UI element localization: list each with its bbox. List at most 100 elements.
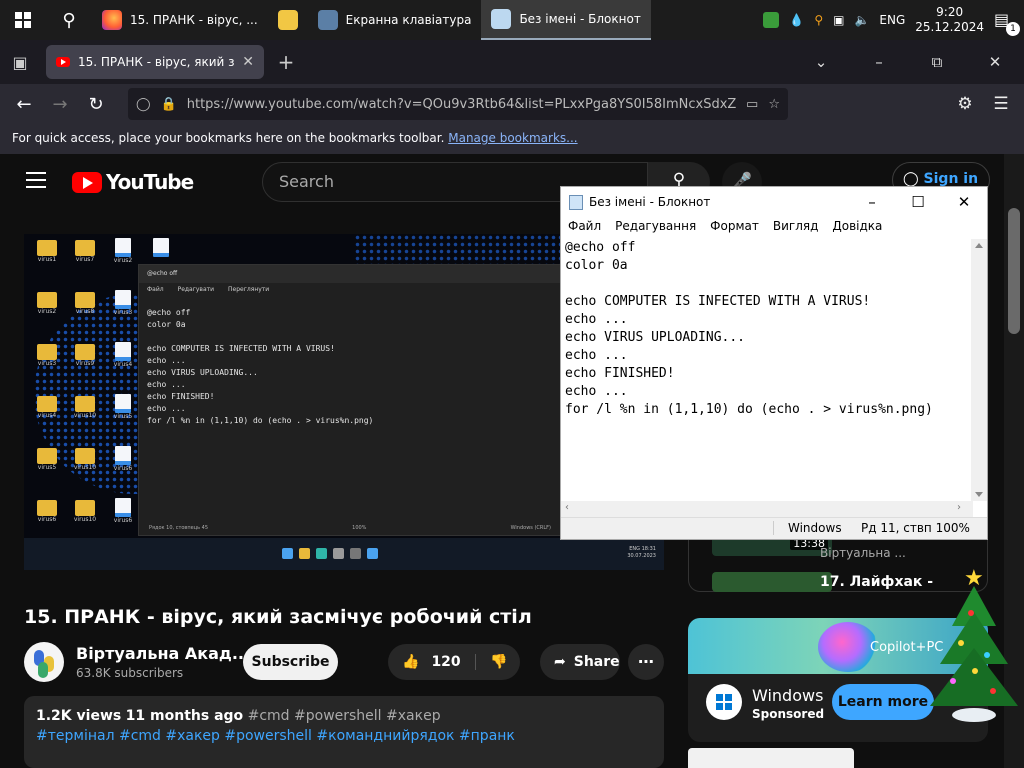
taskbar-app-osk[interactable]: Екранна клавіатура [308,0,482,40]
minimize-icon[interactable]: – [850,53,908,71]
extensions-icon[interactable]: ⚙ [952,94,978,114]
dislike-button[interactable]: 👎 [476,654,507,670]
folder-icon [75,448,95,464]
notepad-text-area[interactable]: @echo off color 0a echo COMPUTER IS INFE… [561,239,973,501]
more-actions-icon[interactable]: ⋯ [628,644,664,680]
language-indicator[interactable]: ENG [879,13,905,27]
learn-more-button[interactable]: Learn more [832,684,934,720]
share-button[interactable]: ➦ Share [540,644,620,680]
taskbar-app-notepad[interactable]: Без імені - Блокнот [481,0,651,40]
star-icon: ★ [964,566,984,591]
restore-icon[interactable]: ⧉ [908,53,966,71]
scrollbar-thumb[interactable] [1008,208,1020,334]
menu-edit[interactable]: Редагування [615,219,696,235]
scroll-left-icon[interactable]: ‹ [565,502,569,513]
close-icon[interactable]: ✕ [941,193,987,211]
description-hashtags[interactable]: #термінал #cmd #хакер #powershell #коман… [36,728,652,744]
forward-icon[interactable]: → [42,94,78,115]
desktop-icon: virus1 [28,234,66,268]
folder-icon [75,240,95,256]
share-arrow-icon: ➦ [554,654,566,670]
close-tab-icon[interactable]: ✕ [242,54,254,70]
security-icon[interactable] [763,12,780,28]
next-recommendation[interactable] [688,748,854,768]
list-all-tabs-icon[interactable]: ▣ [0,53,40,72]
menu-view[interactable]: Вигляд [773,219,819,235]
desktop-icon-label: virus6 [113,517,133,524]
tab-overflow-chevron-icon[interactable]: ⌄ [792,53,850,71]
lock-icon[interactable]: 🔒 [161,97,177,112]
desktop-icon-label: virus10 [73,412,97,419]
desktop-icon: virus10 [66,390,104,424]
manage-bookmarks-link[interactable]: Manage bookmarks... [448,131,577,145]
recommendation-channel[interactable]: Віртуальна ... [820,546,906,560]
menu-help[interactable]: Довідка [832,219,882,235]
like-count: 120 [431,654,461,670]
video-description[interactable]: 1.2K views 11 months ago #cmd #powershel… [24,696,664,768]
video-taskbar-clock: ENG 18:31 30.07.2023 [627,546,656,560]
picture-in-picture-icon[interactable]: ▭ [746,97,758,112]
desktop-icon-label: virus3 [113,309,133,316]
back-icon[interactable]: ← [6,94,42,115]
video-date: 30.07.2023 [627,553,656,559]
channel-avatar[interactable] [24,642,64,682]
desktop-icon-label: virus10 [73,516,97,523]
taskbar-app-firefox[interactable]: 15. ПРАНК - вірус, ... [92,0,268,40]
url-bar[interactable]: ◯ 🔒 https://www.youtube.com/watch?v=QOu9… [128,88,788,120]
start-button[interactable] [0,0,46,40]
recommendation-thumbnail[interactable] [712,572,832,592]
clock-date: 25.12.2024 [915,20,984,34]
window-controls: ⌄ – ⧉ ✕ [792,53,1024,71]
notepad-horizontal-scrollbar[interactable]: ‹ › [561,501,973,517]
like-button[interactable]: 👍 120 [388,654,476,670]
reload-icon[interactable]: ↻ [78,94,114,115]
notepad-titlebar[interactable]: Без імені - Блокнот – ☐ ✕ [561,187,987,217]
url-text[interactable]: https://www.youtube.com/watch?v=QOu9v3Rt… [187,97,736,112]
share-label: Share [573,654,620,670]
youtube-logo[interactable]: YouTube [72,170,194,194]
notifications-button[interactable]: ▤ 1 [994,10,1020,36]
notepad-window[interactable]: Без імені - Блокнот – ☐ ✕ Файл Редагуван… [560,186,988,540]
search-tool-icon[interactable]: ⚲ [814,13,823,27]
video-status-pos: Рядок 10, стовпець 45 [149,525,209,531]
channel-name[interactable]: Віртуальна Акад... [76,644,250,663]
taskbar-search-icon[interactable]: ⚲ [46,0,92,40]
menu-icon[interactable]: ☰ [988,94,1014,114]
new-tab-icon[interactable]: + [270,50,302,74]
shield-icon[interactable]: ◯ [136,97,151,112]
bookmarks-toolbar: For quick access, place your bookmarks h… [0,124,1024,154]
network-icon[interactable]: ▣ [833,13,844,27]
close-window-icon[interactable]: ✕ [966,53,1024,71]
taskbar-app-explorer[interactable] [268,0,308,40]
scroll-down-icon[interactable] [975,492,983,497]
youtube-favicon-icon [56,57,70,67]
recommendation-title[interactable]: 17. Лайфхак - [820,574,933,590]
notepad-vertical-scrollbar[interactable] [971,239,987,501]
desktop-icon-label: virus10 [73,464,97,471]
status-position: Рд 11, ствп 100% [861,521,970,535]
scroll-right-icon[interactable]: › [957,502,961,513]
menu-format[interactable]: Формат [710,219,759,235]
description-tags[interactable]: #cmd #powershell #хакер [248,708,441,724]
notepad-window-controls: – ☐ ✕ [849,193,987,211]
scroll-up-icon[interactable] [975,243,983,248]
youtube-play-icon [72,171,102,193]
volume-icon[interactable]: 🔈 [854,13,869,27]
maximize-icon[interactable]: ☐ [895,193,941,211]
desktop-icon [142,234,180,268]
video-lang: ENG [629,546,640,552]
clock[interactable]: 9:20 25.12.2024 [915,5,984,35]
menu-file[interactable]: Файл [568,219,601,235]
notepad-content[interactable]: @echo off color 0a echo COMPUTER IS INFE… [561,239,973,419]
water-drop-icon[interactable]: 💧 [789,13,804,27]
bookmark-star-icon[interactable]: ☆ [768,97,780,112]
account-icon: ◯ [903,171,919,187]
browser-nav-bar: ← → ↻ ◯ 🔒 https://www.youtube.com/watch?… [0,84,1024,124]
desktop-icon: virus10 [66,442,104,476]
folder-icon [37,240,57,256]
guide-menu-icon[interactable] [26,172,46,188]
browser-tab[interactable]: 15. ПРАНК - вірус, який засмі ✕ [46,45,264,79]
subscribe-button[interactable]: Subscribe [243,644,338,680]
minimize-icon[interactable]: – [849,193,895,211]
image-file-icon [115,290,131,309]
